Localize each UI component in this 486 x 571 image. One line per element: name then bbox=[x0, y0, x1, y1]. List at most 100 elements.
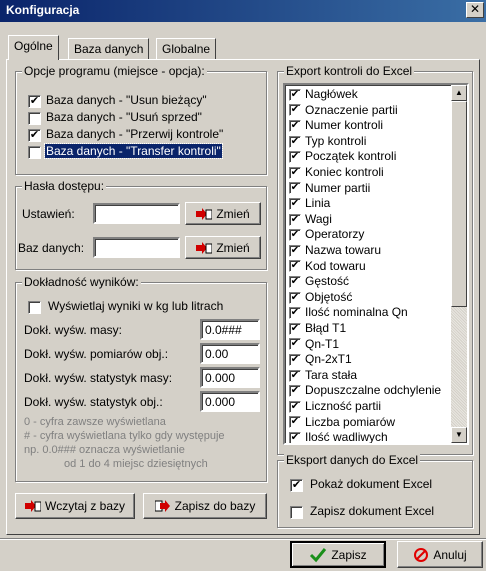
scroll-up-button[interactable]: ▲ bbox=[451, 85, 467, 101]
export-item-checkbox[interactable]: ✔ bbox=[289, 322, 301, 335]
export-item-checkbox[interactable]: ✔ bbox=[289, 198, 301, 211]
export-item-checkbox[interactable]: ✔ bbox=[289, 276, 301, 289]
export-item-checkbox[interactable]: ✔ bbox=[289, 213, 301, 226]
kg-label: Wyświetlaj wyniki w kg lub litrach bbox=[48, 299, 224, 313]
export-item[interactable]: ✔ Numer partii bbox=[289, 181, 370, 197]
export-item[interactable]: ✔ Ilość wadliwych bbox=[289, 430, 388, 445]
export-item-label: Nazwa towaru bbox=[305, 243, 382, 257]
export-item-checkbox[interactable]: ✔ bbox=[289, 88, 301, 101]
export-item[interactable]: ✔ Początek kontroli bbox=[289, 149, 396, 165]
db-password-input[interactable] bbox=[93, 237, 180, 258]
export-item-label: Ilość nominalna Qn bbox=[305, 305, 408, 320]
volume-stats-precision-input[interactable]: 0.000 bbox=[200, 391, 260, 412]
precision-note-2: # - cyfra wyświetlana tylko gdy występuj… bbox=[24, 430, 225, 442]
option-checkbox-2[interactable] bbox=[28, 112, 41, 125]
change-db-password-button[interactable]: Zmień bbox=[185, 236, 261, 259]
export-item-checkbox[interactable]: ✔ bbox=[289, 244, 301, 257]
mass-precision-label: Dokł. wyśw. masy: bbox=[24, 323, 123, 337]
export-item[interactable]: ✔ Operatorzy bbox=[289, 227, 364, 243]
export-item[interactable]: ✔ Qn-2xT1 bbox=[289, 352, 352, 368]
mass-stats-precision-label: Dokł. wyśw. statystyk masy: bbox=[24, 371, 173, 385]
export-item[interactable]: ✔ Liczba pomiarów bbox=[289, 415, 395, 431]
option-label-2: Baza danych - "Usuń sprzed" bbox=[46, 110, 202, 124]
export-scrollbar[interactable]: ▲ ▼ bbox=[451, 85, 467, 443]
mass-stats-precision-input[interactable]: 0.000 bbox=[200, 367, 260, 388]
export-item[interactable]: ✔ Ilość nominalna Qn bbox=[289, 305, 408, 321]
export-item-checkbox[interactable]: ✔ bbox=[289, 385, 301, 398]
ok-button[interactable]: Zapisz bbox=[290, 541, 386, 568]
export-item-checkbox[interactable]: ✔ bbox=[289, 369, 301, 382]
export-item-checkbox[interactable]: ✔ bbox=[289, 307, 301, 320]
export-item-checkbox[interactable]: ✔ bbox=[289, 120, 301, 133]
kg-checkbox[interactable] bbox=[28, 301, 41, 314]
export-item-checkbox[interactable]: ✔ bbox=[289, 432, 301, 443]
export-item-checkbox[interactable]: ✔ bbox=[289, 182, 301, 195]
checkmark-icon bbox=[310, 547, 327, 562]
export-item-label: Gęstość bbox=[305, 274, 350, 289]
export-item[interactable]: ✔ Błąd T1 bbox=[289, 321, 346, 337]
export-item[interactable]: ✔ Objętość bbox=[289, 290, 352, 306]
export-item-label: Kod towaru bbox=[305, 258, 366, 273]
scroll-up-icon: ▲ bbox=[455, 88, 463, 97]
export-item[interactable]: ✔ Kod towaru bbox=[289, 259, 366, 275]
export-fields-list[interactable]: ✔ Nagłówek ✔ Oznaczenie partii ✔ Numer kontro… bbox=[283, 83, 469, 445]
export-item[interactable]: ✔ Wagi bbox=[289, 212, 332, 228]
export-item-checkbox[interactable]: ✔ bbox=[289, 338, 301, 351]
tab-global[interactable]: Globalne bbox=[156, 38, 217, 60]
option-checkbox-3[interactable]: ✔ bbox=[28, 129, 41, 142]
close-button[interactable]: ✕ bbox=[466, 2, 484, 18]
title-bar[interactable]: Konfiguracja ✕ bbox=[0, 0, 486, 22]
mass-precision-input[interactable]: 0.0### bbox=[200, 319, 260, 340]
tab-database[interactable]: Baza danych bbox=[68, 38, 150, 60]
save-excel-checkbox[interactable] bbox=[290, 506, 303, 519]
settings-password-input[interactable] bbox=[93, 203, 180, 224]
change-arrow-icon bbox=[196, 207, 213, 220]
export-item-checkbox[interactable]: ✔ bbox=[289, 166, 301, 179]
export-item-label: Dopuszczalne odchylenie bbox=[305, 383, 442, 398]
export-item[interactable]: ✔ Qn-T1 bbox=[289, 337, 339, 353]
precision-note-3: np. 0.0### oznacza wyświetlanie bbox=[24, 444, 185, 456]
export-item-checkbox[interactable]: ✔ bbox=[289, 135, 301, 148]
precision-legend: Dokładność wyników: bbox=[22, 275, 141, 289]
export-item[interactable]: ✔ Koniec kontroli bbox=[289, 165, 384, 181]
scroll-down-button[interactable]: ▼ bbox=[451, 427, 467, 443]
export-item-checkbox[interactable]: ✔ bbox=[289, 400, 301, 413]
config-dialog: Konfiguracja ✕ Ogólne Baza danych Global… bbox=[0, 0, 486, 571]
export-item-checkbox[interactable]: ✔ bbox=[289, 260, 301, 273]
export-item[interactable]: ✔ Typ kontroli bbox=[289, 134, 366, 150]
change-settings-password-label: Zmień bbox=[216, 206, 250, 221]
export-item-checkbox[interactable]: ✔ bbox=[289, 291, 301, 304]
ok-label: Zapisz bbox=[331, 547, 367, 562]
save-arrow-icon bbox=[154, 500, 170, 512]
volume-precision-input[interactable]: 0.00 bbox=[200, 343, 260, 364]
export-item[interactable]: ✔ Oznaczenie partii bbox=[289, 103, 398, 119]
scroll-thumb[interactable] bbox=[451, 101, 467, 307]
tab-general[interactable]: Ogólne bbox=[8, 35, 59, 60]
cancel-button[interactable]: Anuluj bbox=[397, 541, 483, 568]
export-item-checkbox[interactable]: ✔ bbox=[289, 229, 301, 242]
option-checkbox-4[interactable] bbox=[28, 146, 41, 159]
export-item-label: Początek kontroli bbox=[305, 149, 397, 164]
export-item-checkbox[interactable]: ✔ bbox=[289, 151, 301, 164]
excel-export-group: Eksport danych do Excel ✔ Pokaż dokument… bbox=[277, 453, 473, 528]
export-item-checkbox[interactable]: ✔ bbox=[289, 416, 301, 429]
show-excel-checkbox[interactable]: ✔ bbox=[290, 479, 303, 492]
export-item-checkbox[interactable]: ✔ bbox=[289, 104, 301, 117]
export-item[interactable]: ✔ Tara stała bbox=[289, 368, 357, 384]
load-from-db-button[interactable]: Wczytaj z bazy bbox=[15, 493, 135, 519]
window-title: Konfiguracja bbox=[6, 3, 80, 17]
change-settings-password-button[interactable]: Zmień bbox=[185, 202, 261, 225]
db-password-label: Baz danych: bbox=[18, 241, 85, 255]
export-item[interactable]: ✔ Dopuszczalne odchylenie bbox=[289, 383, 441, 399]
export-item[interactable]: ✔ Gęstość bbox=[289, 274, 349, 290]
export-item[interactable]: ✔ Numer kontroli bbox=[289, 118, 383, 134]
export-item-checkbox[interactable]: ✔ bbox=[289, 354, 301, 367]
save-to-db-button[interactable]: Zapisz do bazy bbox=[143, 493, 267, 519]
export-item[interactable]: ✔ Nazwa towaru bbox=[289, 243, 381, 259]
export-item[interactable]: ✔ Nagłówek bbox=[289, 87, 358, 103]
export-item-label: Ilość wadliwych bbox=[305, 430, 388, 445]
export-item[interactable]: ✔ Linia bbox=[289, 196, 330, 212]
option-checkbox-1[interactable]: ✔ bbox=[28, 95, 41, 108]
export-item[interactable]: ✔ Liczność partii bbox=[289, 399, 381, 415]
settings-password-label: Ustawień: bbox=[22, 207, 75, 221]
